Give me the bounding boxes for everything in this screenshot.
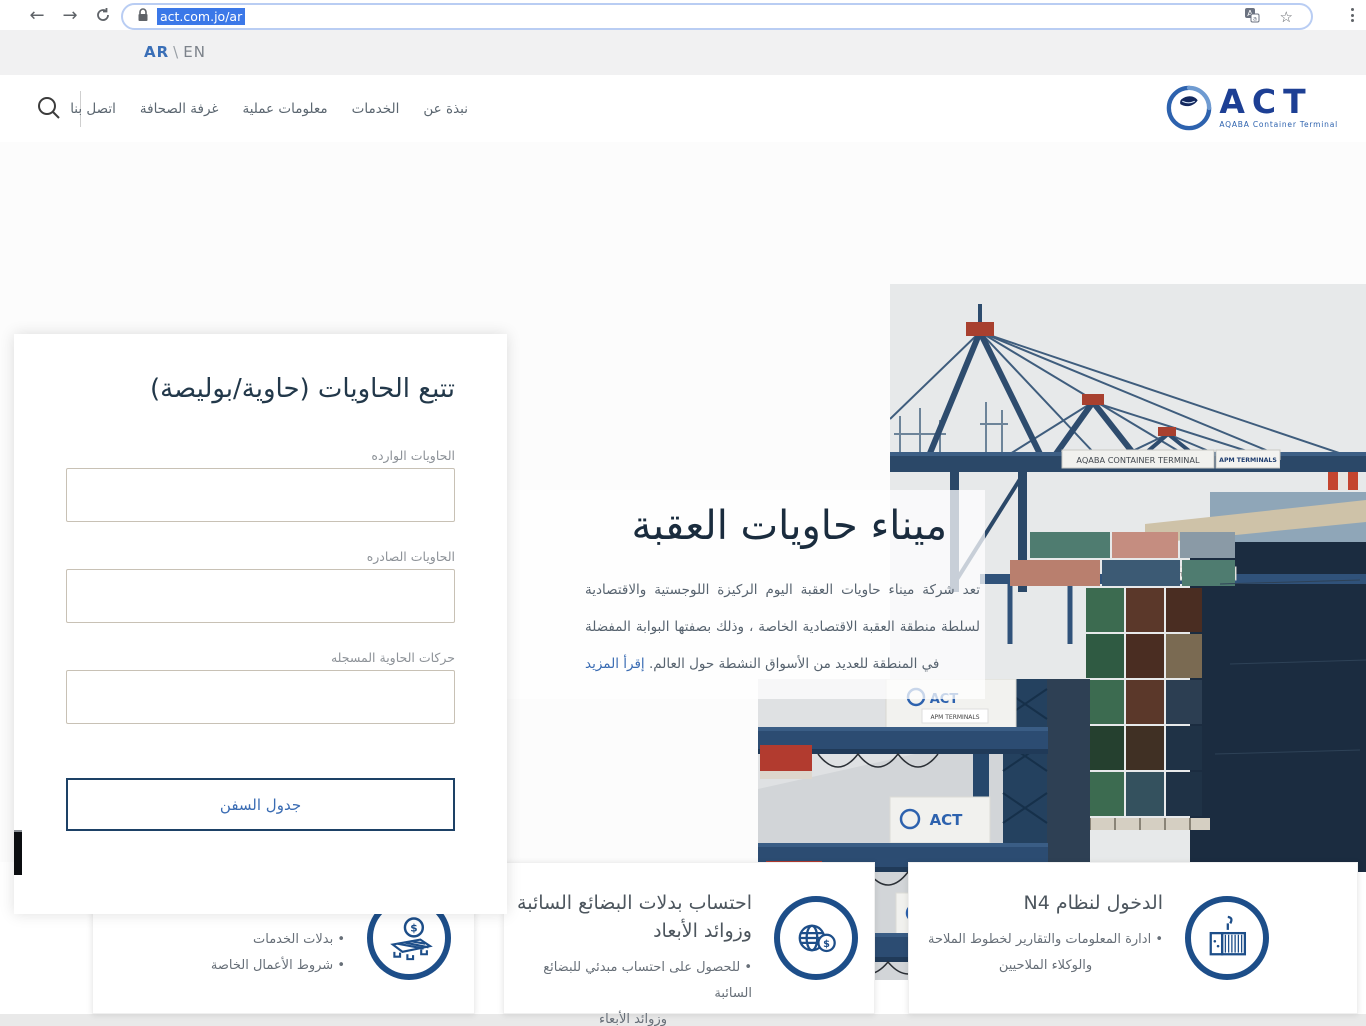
act-globe-icon [1165,85,1213,135]
page: ← → act.com.jo/ar Aa ☆ AR\EN [0,0,1366,1026]
main-nav: نبذة عن الخدمات معلومات عملية غرفة الصحا… [96,75,468,142]
reload-icon[interactable] [88,0,118,30]
lock-icon [137,7,149,26]
outbound-containers-input[interactable] [66,569,455,623]
read-more-link[interactable]: إقرأ المزيد [585,656,645,672]
hero-paragraph-text: تعد شركة ميناء حاويات العقبة اليوم الركي… [585,582,980,672]
search-icon[interactable] [36,95,62,121]
bulk-cargo-title-line2: وزوائد الأبعاد [514,917,752,945]
vessel-schedule-button[interactable]: جدول السفن [66,778,455,831]
language-bar: AR\EN [0,30,1366,75]
crane-sign-text: AQABA CONTAINER TERMINAL [1076,455,1200,465]
logo-subtitle: AQABA Container Terminal [1219,120,1338,129]
act-box-apm-label: APM TERMINALS [930,714,979,721]
bulk-cargo-card[interactable]: $ احتساب بدلات البضائع السائبة وزوائد ال… [503,862,875,1014]
container-tracking-card: تتبع الحاويات (حاوية/بوليصة) الحاويات ال… [14,334,507,914]
nav-item-services[interactable]: الخدمات [352,101,400,117]
hero-section: AQABA CONTAINER TERMINAL APM TERMINALS A… [0,142,1366,862]
side-widget-bar[interactable] [14,830,22,875]
act-box-label-2: ACT [930,811,964,829]
bookmark-star-icon[interactable]: ☆ [1280,8,1293,26]
hero-title: ميناء حاويات العقبة [505,500,985,552]
url-text[interactable]: act.com.jo/ar [157,8,245,25]
tariff-bullet-2[interactable]: • شروط الأعمال الخاصة [145,953,345,979]
hero-text-block: ميناء حاويات العقبة تعد شركة ميناء حاويا… [505,490,985,699]
inbound-containers-input[interactable] [66,468,455,522]
nav-item-press-room[interactable]: غرفة الصحافة [140,101,219,117]
back-icon[interactable]: ← [22,0,52,30]
forward-icon[interactable]: → [55,0,85,30]
browser-toolbar: ← → act.com.jo/ar Aa ☆ [0,0,1366,31]
address-bar[interactable]: act.com.jo/ar Aa ☆ [121,3,1313,30]
nav-item-practical-info[interactable]: معلومات عملية [242,101,327,117]
act-logo[interactable]: ACT AQABA Container Terminal [1165,85,1338,135]
svg-text:$: $ [410,923,417,935]
lang-separator: \ [169,43,183,61]
nav-item-contact[interactable]: اتصل بنا [70,101,116,117]
browser-menu-icon[interactable] [1344,4,1360,26]
container-movements-input[interactable] [66,670,455,724]
site-header: نبذة عن الخدمات معلومات عملية غرفة الصحا… [0,75,1366,142]
inbound-containers-label: الحاويات الوارده [66,448,455,463]
translate-icon[interactable]: Aa [1244,7,1260,27]
n4-login-card[interactable]: الدخول لنظام N4 • ادارة المعلومات والتقا… [908,862,1358,1014]
lang-ar[interactable]: AR [144,43,169,61]
nav-item-about[interactable]: نبذة عن [423,101,468,117]
container-hook-icon [1185,896,1269,980]
tracking-form-title: تتبع الحاويات (حاوية/بوليصة) [66,370,455,408]
lang-en[interactable]: EN [183,43,206,61]
n4-bullet-line1[interactable]: • ادارة المعلومات والتقارير لخطوط الملاح… [928,927,1163,953]
apm-sign-text: APM TERMINALS [1219,457,1277,464]
container-movements-label: حركات الحاوية المسجله [66,650,455,665]
outbound-containers-label: الحاويات الصادره [66,549,455,564]
globe-dollar-icon: $ [774,896,858,980]
bulk-cargo-title-line1: احتساب بدلات البضائع السائبة [514,889,752,917]
logo-wordmark: ACT [1219,85,1312,119]
svg-text:a: a [1253,14,1257,22]
svg-text:$: $ [823,939,830,950]
n4-login-title: الدخول لنظام N4 [928,889,1163,917]
tariff-bullet-1[interactable]: • بدلات الخدمات [145,927,345,953]
hero-paragraph: تعد شركة ميناء حاويات العقبة اليوم الركي… [585,572,980,683]
bulk-cargo-bullet-line2[interactable]: وزوائد الأبعاء [514,1007,752,1026]
bulk-cargo-bullet-line1[interactable]: • للحصول على احتساب مبدئي للبضائع السائب… [514,955,752,1007]
n4-bullet-line2[interactable]: والوكلاء الملاحيين [928,953,1163,979]
